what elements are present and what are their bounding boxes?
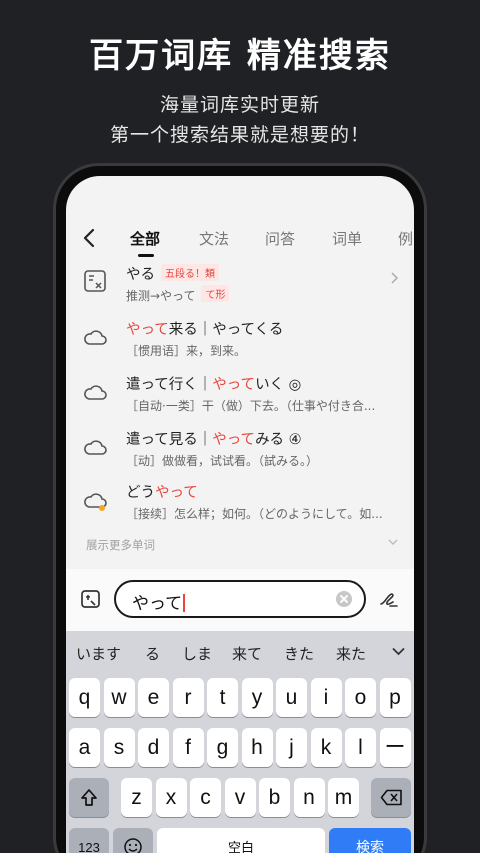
search-input[interactable]: やって: [114, 580, 366, 618]
image-search-icon[interactable]: [80, 588, 102, 610]
cloud-icon: [84, 440, 107, 455]
search-input-text: やって: [132, 589, 185, 614]
shift-icon: [81, 789, 97, 806]
conjugation-badge: 五段る！類: [161, 264, 219, 281]
handwriting-icon[interactable]: [378, 588, 400, 610]
key[interactable]: o: [345, 678, 376, 717]
result-word: やる 五段る！類: [126, 263, 219, 284]
candidate-word[interactable]: る: [145, 643, 160, 664]
result-row-yattemiru[interactable]: 遣って見る｜やってみる ④ ［动］做做看，试试看。（試みる。）: [66, 426, 414, 472]
result-definition: ［自动·一类］干（做）下去。（仕事や付き合...: [126, 399, 376, 413]
key[interactable]: m: [328, 778, 359, 817]
text-caret: [183, 594, 185, 612]
key[interactable]: q: [69, 678, 100, 717]
tab-bar: 全部 文法 问答 词单 例: [66, 226, 414, 257]
key[interactable]: d: [138, 728, 169, 767]
result-row-yaru[interactable]: やる 五段る！類 推测→やって て形: [66, 260, 414, 304]
emoji-key[interactable]: [113, 828, 153, 853]
space-key[interactable]: 空白: [157, 828, 325, 853]
result-word: やって来る｜やってくる: [126, 322, 284, 338]
search-bar-area: やって: [66, 569, 414, 631]
key[interactable]: l: [345, 728, 376, 767]
search-key[interactable]: 検索: [329, 828, 411, 853]
key[interactable]: y: [241, 678, 273, 717]
tab-grammar[interactable]: 文法: [199, 228, 229, 249]
result-definition: ［接续］怎么样；如何。（どのようにして。如...: [126, 507, 383, 521]
cloud-icon: [84, 493, 107, 511]
cloud-icon: [84, 330, 107, 345]
dictionary-icon: [84, 270, 106, 292]
key[interactable]: k: [310, 728, 342, 767]
candidate-word[interactable]: います: [76, 643, 121, 664]
key[interactable]: p: [379, 678, 411, 717]
key[interactable]: b: [259, 778, 290, 817]
backspace-icon: [380, 789, 402, 806]
shift-key[interactable]: [69, 778, 109, 817]
result-row-douyatte[interactable]: どうやって ［接续］怎么样；如何。（どのようにして。如...: [66, 479, 414, 525]
result-word: 遣って見る｜やってみる ④: [126, 432, 302, 448]
result-definition: ［惯用语］来，到来。: [126, 344, 247, 358]
candidate-word[interactable]: 来て: [232, 643, 262, 664]
clear-icon[interactable]: [336, 591, 352, 607]
tab-active-indicator: [138, 254, 154, 257]
tab-wordlist[interactable]: 词单: [332, 228, 362, 249]
promo-subtitle-2: 第一个搜索结果就是想要的！: [109, 124, 370, 146]
candidate-word[interactable]: きた: [284, 643, 314, 664]
key[interactable]: h: [241, 728, 273, 767]
candidate-word[interactable]: 来た: [336, 643, 366, 664]
chevron-right-icon: [391, 272, 398, 284]
chevron-down-icon[interactable]: [388, 539, 398, 546]
app-screen: 全部 文法 问答 词单 例 やる 五段る！類 推测→やって て形 やって来る｜やって…: [66, 176, 414, 853]
key[interactable]: ー: [379, 728, 411, 767]
candidate-word[interactable]: しま: [182, 643, 212, 664]
promo-title: 百万词库 精准搜索: [89, 36, 391, 76]
key[interactable]: r: [172, 678, 204, 717]
key[interactable]: g: [207, 728, 238, 767]
tab-all[interactable]: 全部: [130, 228, 160, 249]
key[interactable]: f: [172, 728, 204, 767]
key[interactable]: w: [103, 678, 135, 717]
result-word: どうやって: [126, 485, 198, 501]
emoji-icon: [124, 838, 142, 853]
key[interactable]: x: [155, 778, 187, 817]
tab-qa[interactable]: 问答: [265, 228, 295, 249]
tab-examples[interactable]: 例: [398, 228, 413, 249]
keyboard: います る しま 来て きた 来た q w e r t y u i o p a …: [66, 631, 414, 853]
result-word: 遣って行く｜やっていく ◎: [126, 377, 302, 393]
numbers-key[interactable]: 123: [69, 828, 109, 853]
key[interactable]: v: [224, 778, 256, 817]
form-badge: て形: [201, 285, 230, 302]
key[interactable]: z: [121, 778, 152, 817]
key[interactable]: e: [138, 678, 169, 717]
result-row-yatteiku[interactable]: 遣って行く｜やっていく ◎ ［自动·一类］干（做）下去。（仕事や付き合...: [66, 371, 414, 417]
delete-key[interactable]: [371, 778, 411, 817]
result-row-yattekuru[interactable]: やって来る｜やってくる ［惯用语］来，到来。: [66, 316, 414, 362]
key[interactable]: a: [69, 728, 100, 767]
key[interactable]: j: [276, 728, 307, 767]
candidate-bar: います る しま 来て きた 来た: [66, 631, 414, 673]
chevron-down-icon: [392, 647, 405, 656]
key[interactable]: s: [103, 728, 135, 767]
expand-candidates-button[interactable]: [382, 631, 414, 673]
result-definition: 推测→やって て形: [126, 285, 394, 304]
key[interactable]: t: [207, 678, 238, 717]
key[interactable]: i: [310, 678, 342, 717]
cloud-icon: [84, 385, 107, 400]
key[interactable]: c: [190, 778, 221, 817]
result-definition: ［动］做做看，试试看。（試みる。）: [126, 454, 319, 468]
key[interactable]: u: [276, 678, 307, 717]
show-more-words-link[interactable]: 展示更多单词: [86, 537, 155, 553]
back-arrow-icon[interactable]: [82, 228, 96, 248]
promo-subtitle-1: 海量词库实时更新: [159, 94, 320, 116]
key[interactable]: n: [293, 778, 325, 817]
